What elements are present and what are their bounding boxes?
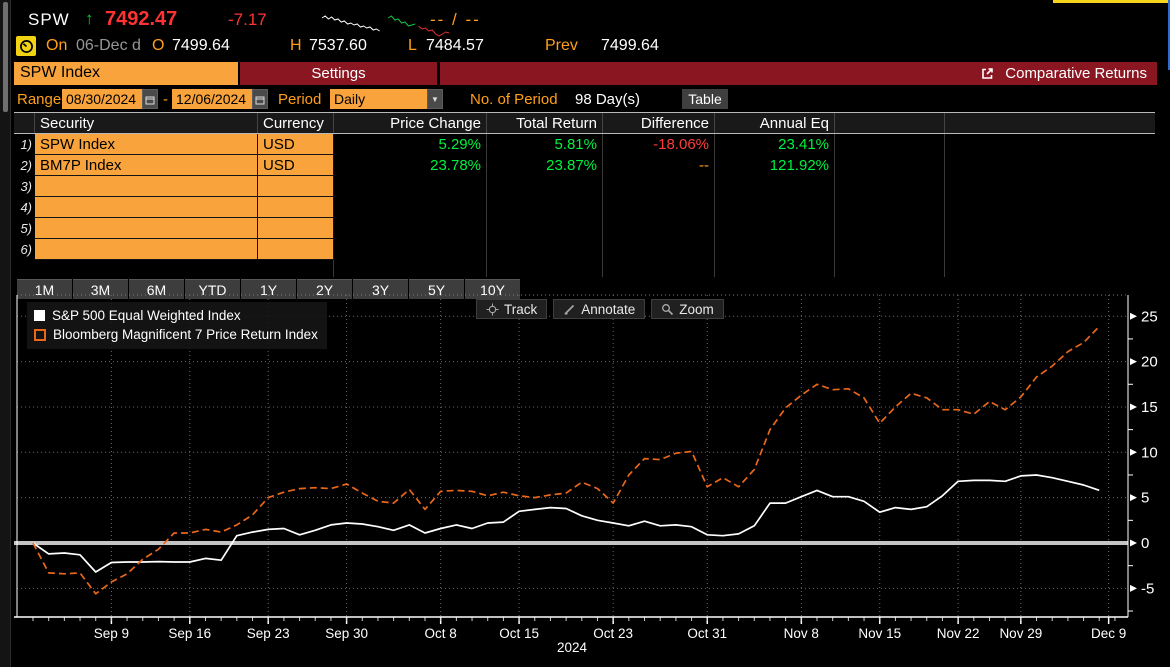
svg-text:Dec 9: Dec 9 (1091, 626, 1126, 641)
chart-toolbar: Track Annotate Zoom (476, 299, 724, 319)
svg-text:15: 15 (1141, 399, 1158, 416)
svg-text:Sep 23: Sep 23 (247, 626, 290, 641)
svg-text:Nov 15: Nov 15 (858, 626, 901, 641)
svg-text:Oct 8: Oct 8 (425, 626, 457, 641)
svg-text:20: 20 (1141, 354, 1158, 371)
svg-text:Sep 30: Sep 30 (325, 626, 368, 641)
pencil-icon (564, 304, 575, 315)
svg-text:Nov 29: Nov 29 (999, 626, 1042, 641)
svg-text:2024: 2024 (557, 640, 588, 655)
svg-text:Oct 31: Oct 31 (687, 626, 727, 641)
annotate-button[interactable]: Annotate (553, 299, 646, 319)
legend-item-bm7p[interactable]: Bloomberg Magnificent 7 Price Return Ind… (34, 325, 318, 344)
svg-text:Sep 9: Sep 9 (94, 626, 129, 641)
zoom-label: Zoom (679, 301, 714, 317)
legend-swatch-white (34, 310, 45, 321)
svg-text:Sep 16: Sep 16 (168, 626, 211, 641)
svg-text:-5: -5 (1141, 580, 1154, 597)
magnifier-icon (662, 303, 674, 315)
annotate-label: Annotate (581, 301, 636, 317)
svg-text:0: 0 (1141, 535, 1149, 552)
svg-text:10: 10 (1141, 444, 1158, 461)
chart-legend: S&P 500 Equal Weighted Index Bloomberg M… (27, 302, 327, 349)
zoom-button[interactable]: Zoom (651, 299, 724, 319)
legend-item-spw[interactable]: S&P 500 Equal Weighted Index (34, 306, 318, 325)
series-spw-line (32, 474, 1100, 573)
svg-text:Nov 8: Nov 8 (784, 626, 819, 641)
svg-text:Oct 15: Oct 15 (499, 626, 539, 641)
track-button[interactable]: Track (476, 299, 548, 319)
svg-text:5: 5 (1141, 490, 1149, 507)
svg-text:Nov 22: Nov 22 (937, 626, 980, 641)
track-label: Track (504, 301, 538, 317)
crosshair-icon (486, 303, 499, 315)
legend-label: S&P 500 Equal Weighted Index (52, 308, 241, 323)
series-bm7p-line (32, 325, 1100, 595)
svg-text:Oct 23: Oct 23 (593, 626, 633, 641)
svg-text:25: 25 (1141, 308, 1158, 325)
legend-label: Bloomberg Magnificent 7 Price Return Ind… (53, 327, 318, 342)
legend-swatch-orange-dashed (34, 328, 46, 341)
